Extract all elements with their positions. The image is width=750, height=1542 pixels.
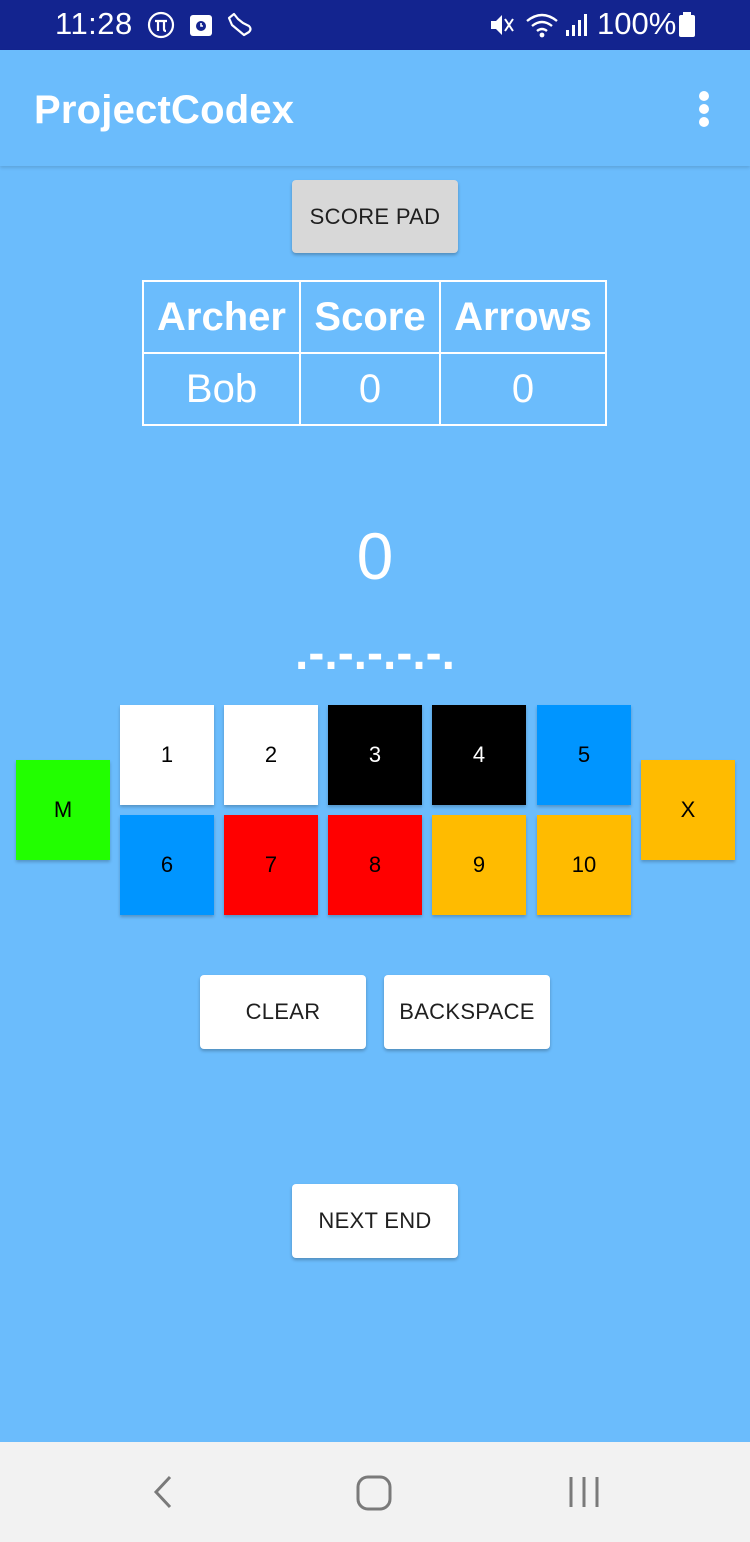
score-pad-button[interactable]: SCORE PAD <box>292 180 458 253</box>
header-arrows: Arrows <box>439 280 607 354</box>
key-4[interactable]: 4 <box>432 705 526 805</box>
key-8[interactable]: 8 <box>328 815 422 915</box>
app-bar: ProjectCodex <box>0 50 750 166</box>
table-row: Bob 0 0 <box>142 352 607 426</box>
key-x[interactable]: X <box>641 760 735 860</box>
archer-score-table: Archer Score Arrows Bob 0 0 <box>142 280 607 426</box>
battery-percent: 100% <box>597 6 677 41</box>
key-miss[interactable]: M <box>16 760 110 860</box>
key-2[interactable]: 2 <box>224 705 318 805</box>
key-3[interactable]: 3 <box>328 705 422 805</box>
app-title: ProjectCodex <box>34 88 295 132</box>
wifi-icon <box>526 13 558 38</box>
key-10[interactable]: 10 <box>537 815 631 915</box>
home-icon[interactable] <box>355 1474 393 1512</box>
key-7[interactable]: 7 <box>224 815 318 915</box>
status-bar: 11:28 100% <box>0 0 750 50</box>
battery-icon <box>679 12 695 37</box>
status-time: 11:28 <box>55 6 133 41</box>
key-5[interactable]: 5 <box>537 705 631 805</box>
header-score: Score <box>299 280 441 354</box>
header-archer: Archer <box>142 280 301 354</box>
key-1[interactable]: 1 <box>120 705 214 805</box>
overflow-menu-icon[interactable] <box>690 86 720 130</box>
next-end-button[interactable]: NEXT END <box>292 1184 458 1258</box>
sneaker-icon <box>227 12 252 37</box>
signal-icon <box>566 14 587 36</box>
arrows-cell: 0 <box>439 352 607 426</box>
mute-icon <box>491 15 514 35</box>
calendar-icon <box>190 15 212 36</box>
clear-button[interactable]: CLEAR <box>200 975 366 1049</box>
recents-icon[interactable] <box>566 1474 602 1510</box>
end-total: 0 <box>356 519 394 593</box>
navigation-bar <box>0 1442 750 1542</box>
back-icon[interactable] <box>150 1474 178 1510</box>
key-9[interactable]: 9 <box>432 815 526 915</box>
score-cell: 0 <box>299 352 441 426</box>
backspace-button[interactable]: BACKSPACE <box>384 975 550 1049</box>
pi-icon <box>147 11 175 39</box>
key-6[interactable]: 6 <box>120 815 214 915</box>
archer-name-cell: Bob <box>142 352 301 426</box>
arrow-slots: .-.-.-.-.-. <box>295 627 455 680</box>
